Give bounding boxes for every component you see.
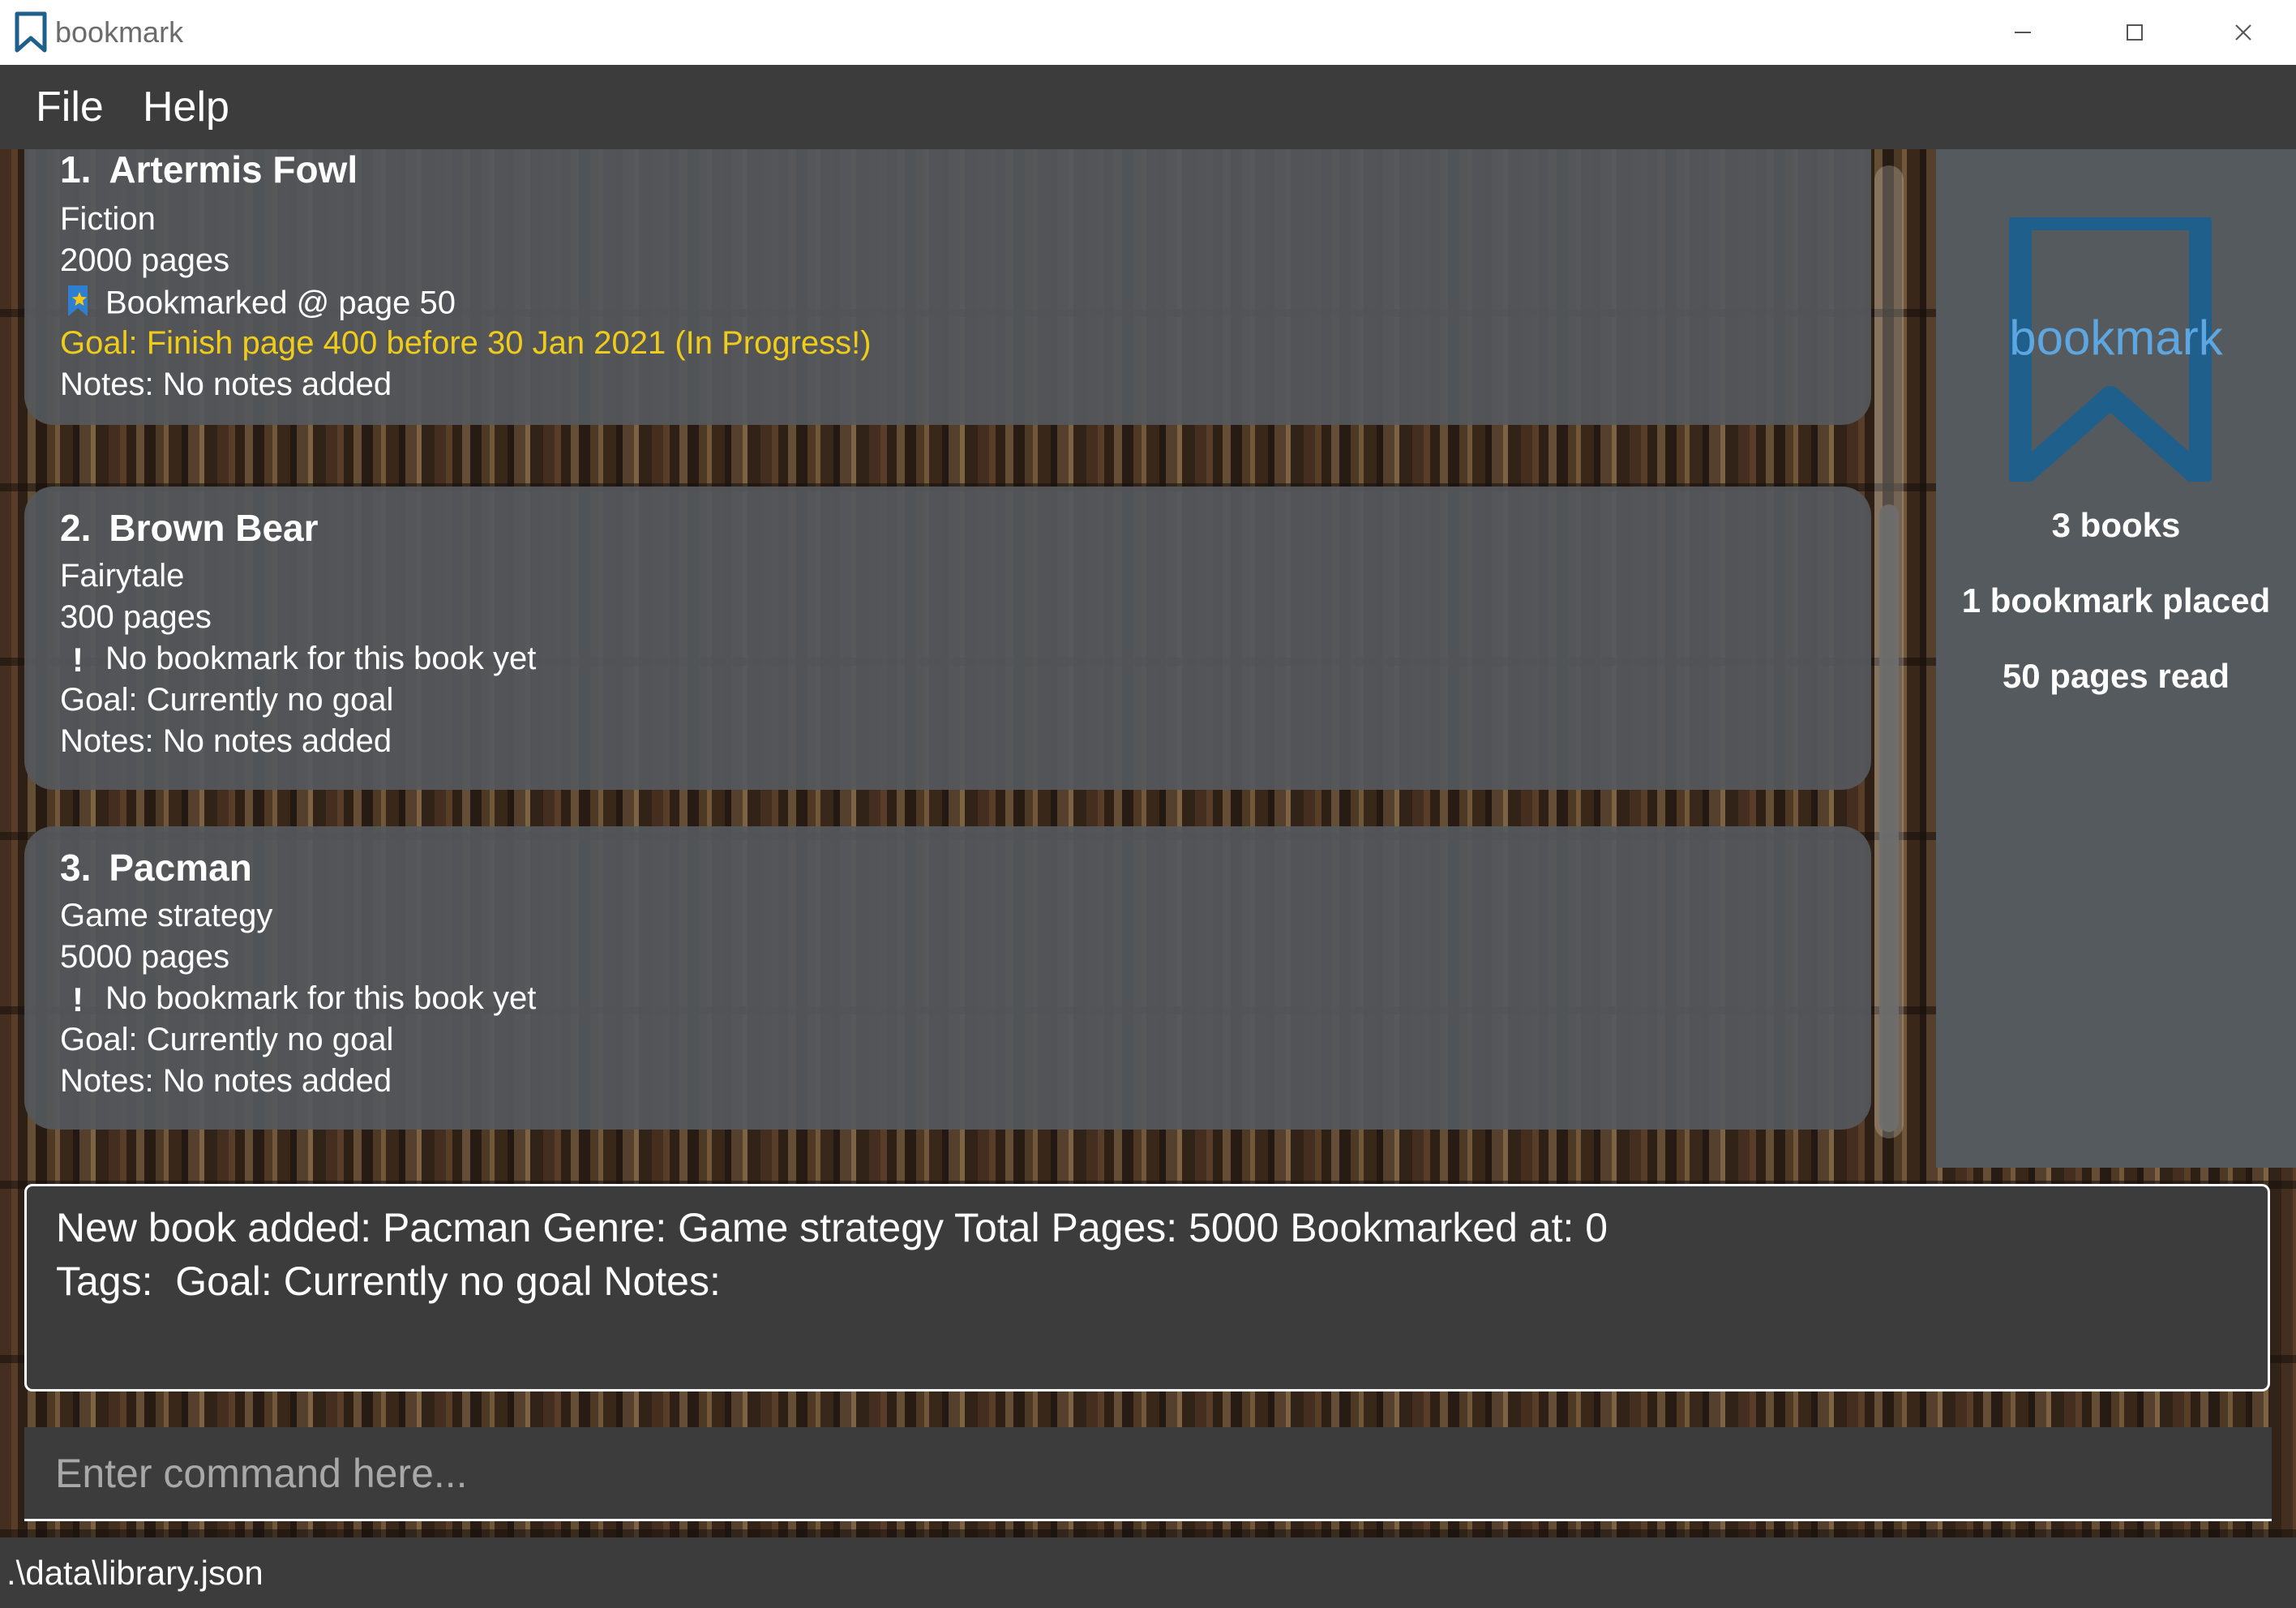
- book-bookmark-status: ! No bookmark for this book yet: [60, 641, 536, 680]
- maximize-icon: [2127, 24, 2143, 41]
- book-notes: Notes: No notes added: [60, 367, 392, 402]
- book-index: 3.: [60, 847, 92, 889]
- minimize-button[interactable]: [1970, 0, 2075, 65]
- result-display: New book added: Pacman Genre: Game strat…: [24, 1184, 2270, 1391]
- book-index: 2.: [60, 507, 92, 549]
- book-title: 2. Brown Bear: [60, 506, 319, 550]
- book-goal: Goal: Finish page 400 before 30 Jan 2021…: [60, 325, 872, 361]
- book-name: Brown Bear: [109, 507, 319, 549]
- book-goal: Goal: Currently no goal: [60, 1022, 394, 1057]
- bookmark-text: Bookmarked @ page 50: [105, 285, 456, 321]
- bookmarks-count: 1 bookmark placed: [1961, 581, 2271, 620]
- book-list[interactable]: 1. Artermis Fowl Fiction 2000 pages Bookm…: [0, 149, 1886, 1169]
- book-goal: Goal: Currently no goal: [60, 682, 394, 718]
- book-name: Artermis Fowl: [109, 149, 358, 191]
- book-pages: 2000 pages: [60, 242, 230, 278]
- book-card[interactable]: 1. Artermis Fowl Fiction 2000 pages Bookm…: [24, 149, 1871, 425]
- book-bookmark-status: ! No bookmark for this book yet: [60, 980, 536, 1019]
- stats-panel: bookmark 3 books 1 bookmark placed 50 pa…: [1936, 149, 2296, 1168]
- scrollbar-thumb[interactable]: [1879, 504, 1899, 1132]
- exclamation-icon: !: [72, 641, 84, 680]
- menu-file[interactable]: File: [36, 65, 104, 149]
- book-name: Pacman: [109, 847, 252, 889]
- close-icon: [2235, 24, 2251, 41]
- book-pages: 300 pages: [60, 599, 212, 635]
- window-title-bar: bookmark: [0, 0, 2296, 65]
- close-button[interactable]: [2191, 0, 2296, 65]
- minimize-icon: [2015, 32, 2031, 33]
- bookmark-text: No bookmark for this book yet: [105, 641, 537, 676]
- status-bar: .\data\library.json: [0, 1537, 2296, 1608]
- bookmark-app-icon: [15, 11, 47, 53]
- pages-read-count: 50 pages read: [2002, 657, 2230, 695]
- book-title: 3. Pacman: [60, 846, 252, 890]
- window-title: bookmark: [55, 15, 184, 49]
- book-index: 1.: [60, 149, 92, 191]
- exclamation-icon: !: [72, 980, 84, 1019]
- book-notes: Notes: No notes added: [60, 723, 392, 759]
- command-input[interactable]: [24, 1427, 2272, 1519]
- command-box: [24, 1427, 2272, 1521]
- data-file-path: .\data\library.json: [6, 1554, 263, 1592]
- result-line: New book added: Pacman Genre: Game strat…: [56, 1205, 1608, 1250]
- bookmark-star-icon: [60, 284, 96, 326]
- book-pages: 5000 pages: [60, 939, 230, 975]
- book-card[interactable]: 3. Pacman Game strategy 5000 pages ! No bo…: [24, 826, 1871, 1130]
- book-genre: Game strategy: [60, 898, 273, 933]
- menu-help[interactable]: Help: [143, 65, 229, 149]
- menu-bar: File Help: [0, 65, 2296, 149]
- bookmark-text: No bookmark for this book yet: [105, 980, 537, 1016]
- book-card[interactable]: 2. Brown Bear Fairytale 300 pages ! No boo…: [24, 487, 1871, 790]
- books-count: 3 books: [2051, 506, 2181, 544]
- book-bookmark-status: Bookmarked @ page 50: [60, 284, 456, 326]
- logo-text: bookmark: [2009, 311, 2223, 365]
- maximize-button[interactable]: [2082, 0, 2187, 65]
- book-title: 1. Artermis Fowl: [60, 149, 358, 191]
- result-line: Tags: Goal: Currently no goal Notes:: [56, 1259, 721, 1304]
- book-genre: Fiction: [60, 201, 156, 237]
- book-notes: Notes: No notes added: [60, 1063, 392, 1099]
- book-genre: Fairytale: [60, 558, 185, 594]
